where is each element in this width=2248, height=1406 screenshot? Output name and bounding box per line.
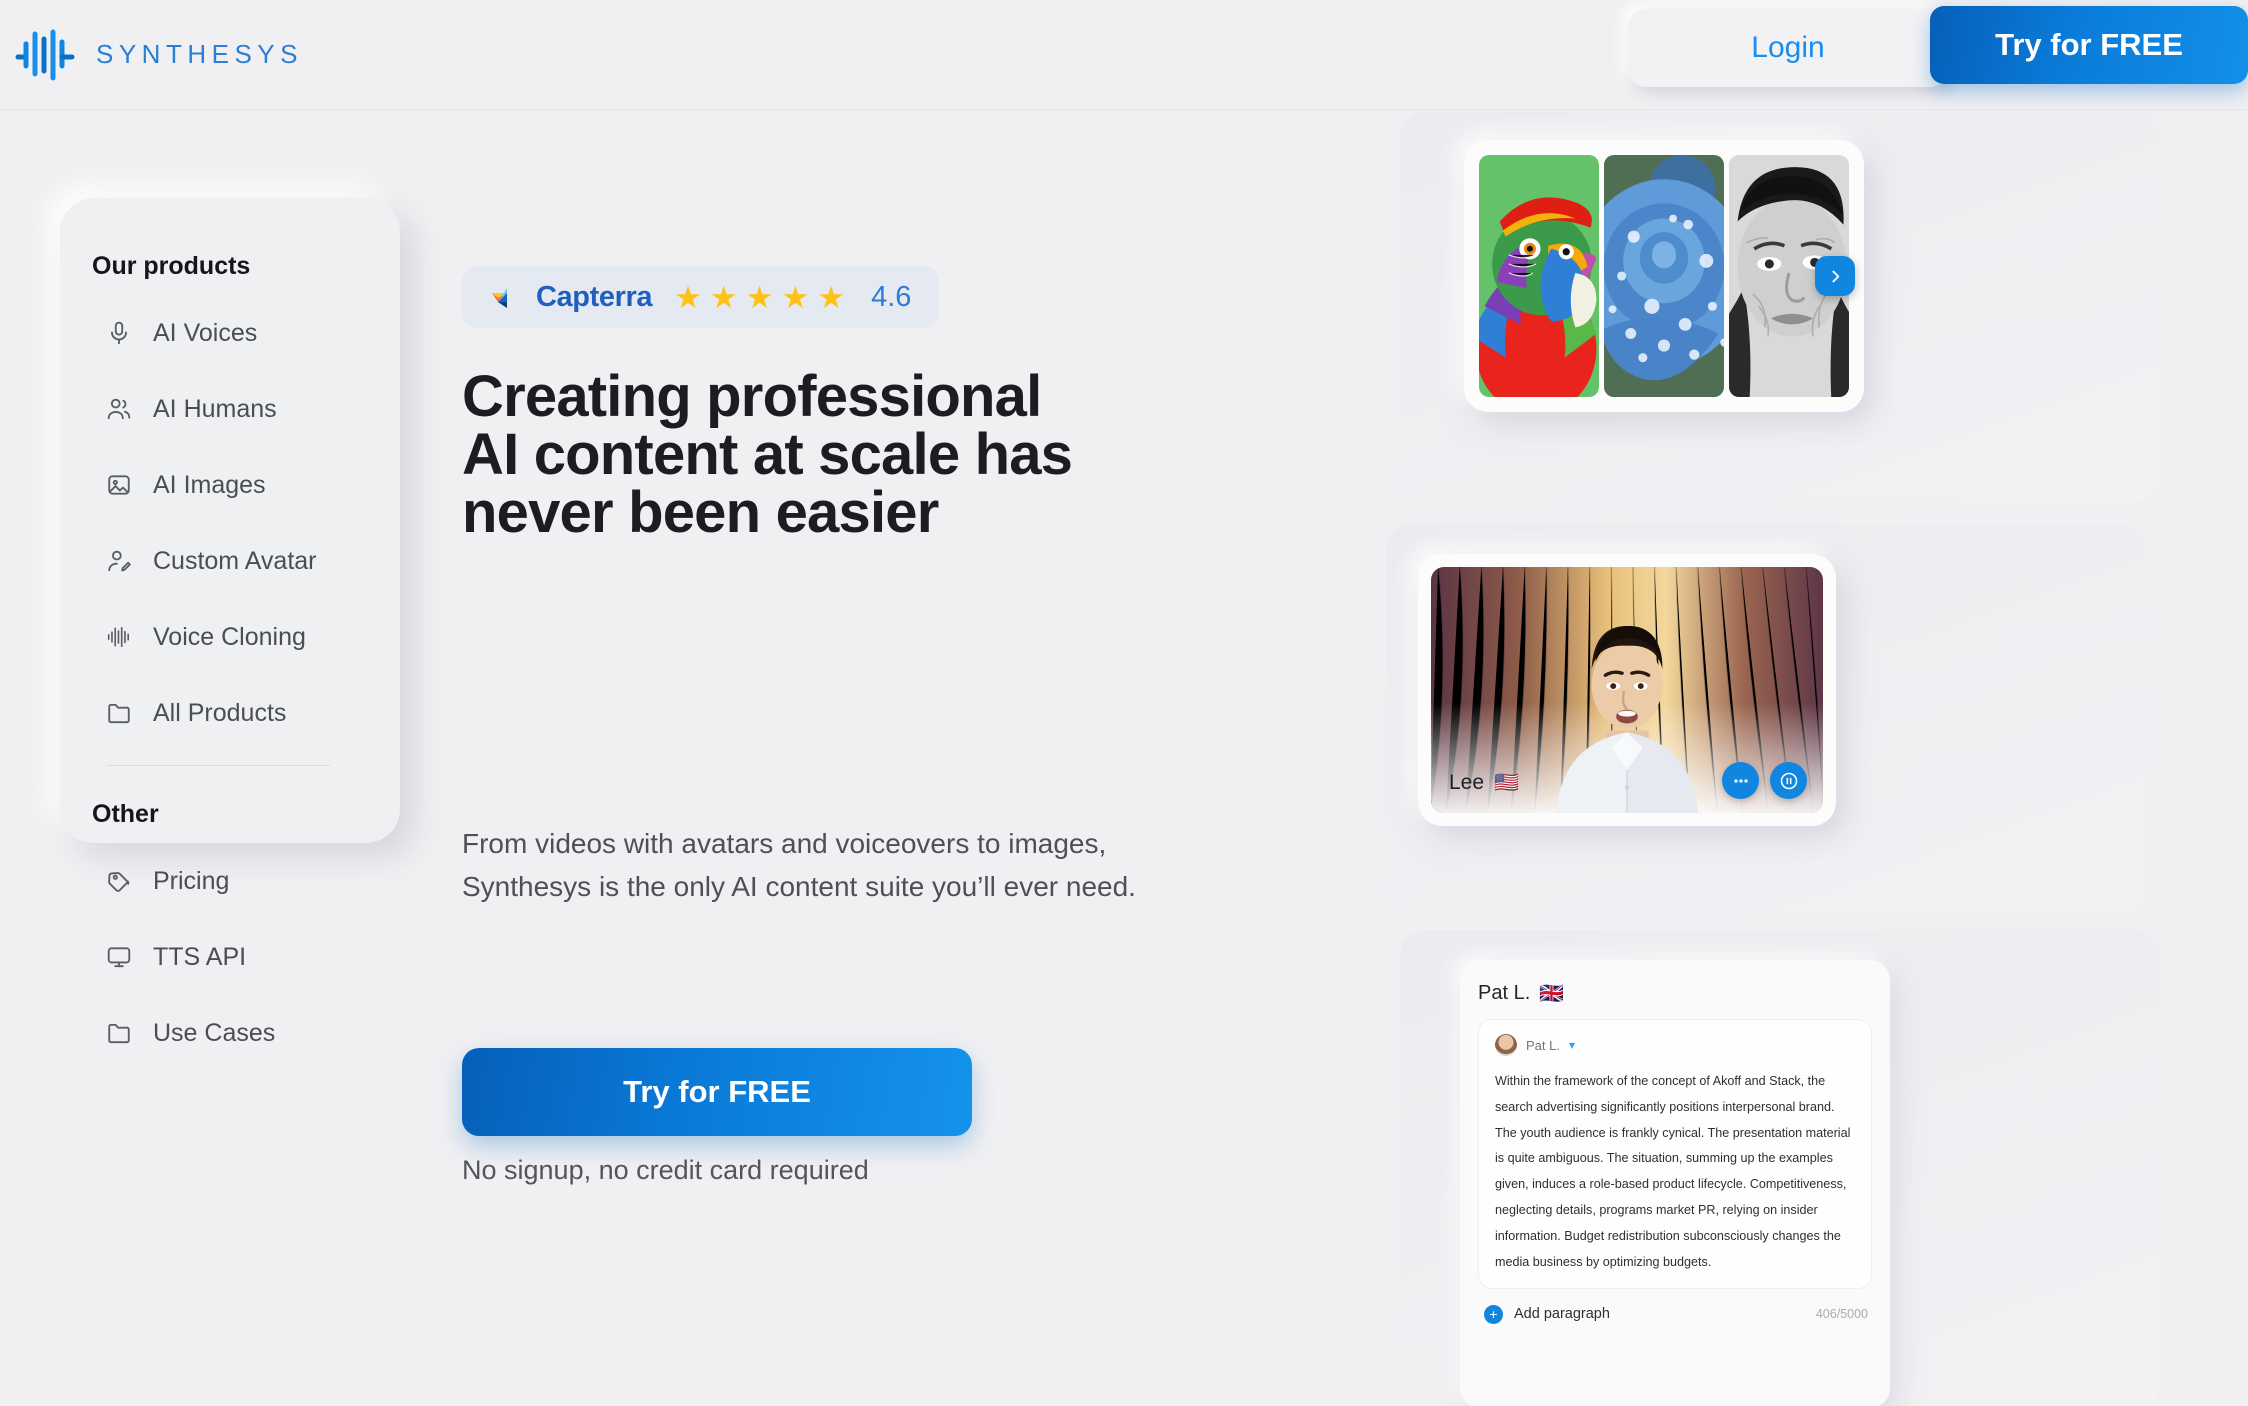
paragraph-voice-selector[interactable]: Pat L. ▾ <box>1495 1034 1855 1056</box>
avatar <box>1495 1034 1517 1056</box>
avatar-name: Lee <box>1449 771 1485 794</box>
video-more-button[interactable] <box>1722 762 1759 799</box>
paragraph-text[interactable]: Within the framework of the concept of A… <box>1495 1069 1855 1276</box>
star-icon: ★ <box>817 279 846 315</box>
rating-score: 4.6 <box>871 280 912 313</box>
sidebar-section-title-products: Our products <box>92 252 251 280</box>
sidebar-item-tts-api[interactable]: TTS API <box>92 933 400 981</box>
ellipsis-icon <box>1733 778 1748 783</box>
editor-voice-title: Pat L. 🇬🇧 <box>1478 982 1872 1005</box>
avatar-flag-icon: 🇺🇸 <box>1494 772 1519 794</box>
chevron-right-icon <box>1831 270 1839 282</box>
sidebar-item-use-cases[interactable]: Use Cases <box>92 1009 400 1057</box>
plus-circle-icon[interactable]: + <box>1484 1304 1503 1324</box>
sidebar-item-label: Use Cases <box>153 1018 276 1047</box>
gallery-image-parrot[interactable] <box>1479 155 1599 397</box>
sidebar-item-label: Pricing <box>153 866 230 895</box>
star-rating: ★ ★ ★ ★ ★ <box>674 282 845 313</box>
capterra-rating-badge[interactable]: Capterra ★ ★ ★ ★ ★ 4.6 <box>462 266 940 328</box>
image-icon <box>106 472 132 498</box>
tag-icon <box>106 868 132 894</box>
gallery-next-button[interactable] <box>1815 256 1855 296</box>
sidebar-item-pricing[interactable]: Pricing <box>92 857 400 905</box>
ai-images-gallery-card <box>1464 140 1864 412</box>
users-icon <box>106 396 132 422</box>
star-icon: ★ <box>745 279 774 315</box>
brand-name: SYNTHESYS <box>96 38 303 69</box>
add-paragraph-label[interactable]: Add paragraph <box>1514 1306 1610 1322</box>
sidebar-item-label: AI Voices <box>153 318 258 347</box>
header-try-for-free-button[interactable]: Try for FREE <box>1930 6 2248 84</box>
waveform-logo-icon <box>14 26 76 82</box>
video-player[interactable]: Lee 🇺🇸 <box>1431 567 1823 813</box>
login-button[interactable]: Login <box>1628 9 1948 87</box>
sidebar-section-title-other: Other <box>92 800 159 828</box>
sidebar-item-label: All Products <box>153 698 287 727</box>
sidebar-divider <box>106 765 330 766</box>
waveform-icon <box>106 624 132 650</box>
product-showcase-panel: Lee 🇺🇸 Pat L. 🇬🇧 Pat L. ▾ Within the fra… <box>1386 112 2248 1406</box>
sidebar-item-label: AI Images <box>153 470 266 499</box>
pause-circle-icon <box>1780 772 1797 789</box>
video-controls <box>1722 762 1807 799</box>
microphone-icon <box>106 320 132 346</box>
sidebar-item-label: Custom Avatar <box>153 546 317 575</box>
sidebar-item-ai-voices[interactable]: AI Voices <box>92 309 400 357</box>
sidebar-item-voice-cloning[interactable]: Voice Cloning <box>92 613 400 661</box>
star-icon: ★ <box>674 279 702 315</box>
capterra-logo-icon <box>490 282 520 312</box>
page-title: Creating professional AI content at scal… <box>462 364 1073 545</box>
sidebar-item-label: Voice Cloning <box>153 622 306 651</box>
editor-voice-name: Pat L. <box>1478 982 1531 1004</box>
sidebar-item-label: TTS API <box>153 942 247 971</box>
avatar-name-label: Lee 🇺🇸 <box>1449 771 1519 795</box>
paragraph-voice-name: Pat L. <box>1526 1037 1560 1053</box>
sidebar-item-label: AI Humans <box>153 394 277 423</box>
ai-humans-video-card: Lee 🇺🇸 <box>1418 554 1836 826</box>
character-counter: 406/5000 <box>1815 1307 1868 1321</box>
editor-flag-icon: 🇬🇧 <box>1539 982 1565 1005</box>
products-sidebar: Our products AI Voices AI Humans AI Imag… <box>60 198 400 1047</box>
star-icon: ★ <box>781 279 810 315</box>
hero-subtitle: From videos with avatars and voiceovers … <box>462 828 1136 903</box>
sidebar-item-custom-avatar[interactable]: Custom Avatar <box>92 537 400 585</box>
site-header: SYNTHESYS Login Try for FREE <box>0 0 2248 110</box>
gallery-image-rose[interactable] <box>1604 155 1724 397</box>
sidebar-item-ai-humans[interactable]: AI Humans <box>92 385 400 433</box>
chevron-down-icon[interactable]: ▾ <box>1569 1038 1575 1052</box>
tts-editor-card: Pat L. 🇬🇧 Pat L. ▾ Within the framework … <box>1460 960 1890 1406</box>
video-pause-button[interactable] <box>1770 762 1807 799</box>
user-edit-icon <box>106 548 132 574</box>
sidebar-item-all-products[interactable]: All Products <box>92 689 400 737</box>
folder-icon <box>106 1020 132 1046</box>
sidebar-item-ai-images[interactable]: AI Images <box>92 461 400 509</box>
folder-icon <box>106 700 132 726</box>
paragraph-block[interactable]: Pat L. ▾ Within the framework of the con… <box>1478 1019 1872 1289</box>
cta-note: No signup, no credit card required <box>462 1155 869 1185</box>
add-paragraph-row: + Add paragraph 406/5000 <box>1478 1304 1872 1324</box>
brand-logo[interactable]: SYNTHESYS <box>14 26 303 82</box>
hero-try-for-free-button[interactable]: Try for FREE <box>462 1048 972 1136</box>
star-icon: ★ <box>709 279 738 315</box>
monitor-icon <box>106 944 132 970</box>
capterra-brand-name: Capterra <box>536 280 653 313</box>
